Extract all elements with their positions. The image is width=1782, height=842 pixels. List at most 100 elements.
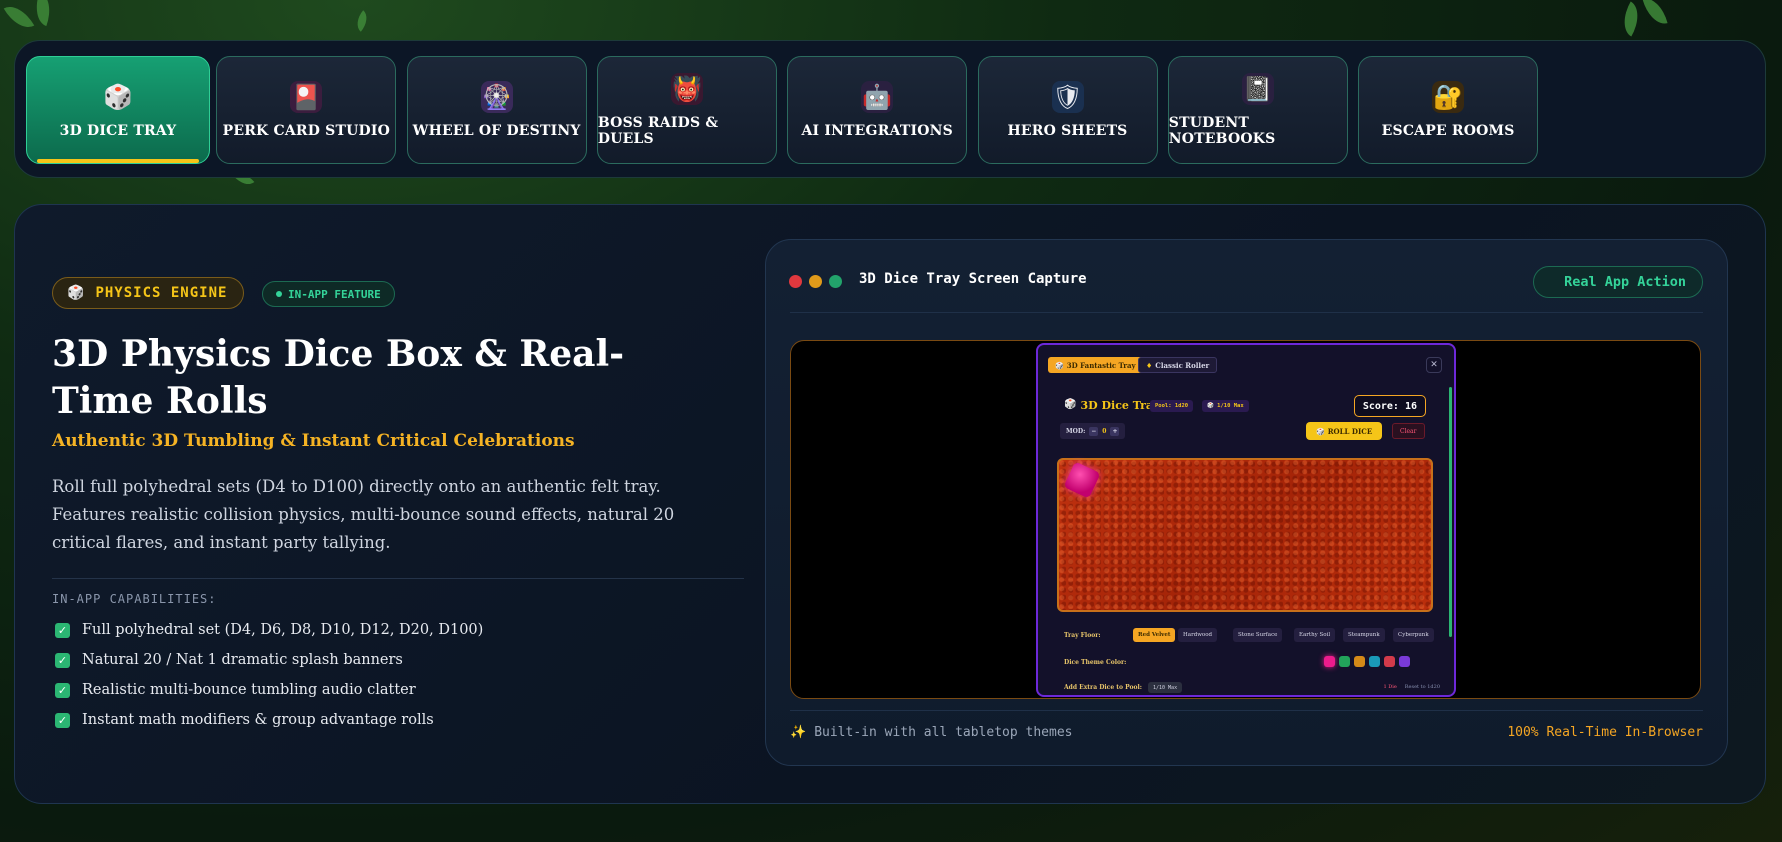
dice-theme-label: Dice Theme Color: (1064, 659, 1127, 666)
tab-classic-roller[interactable]: ♦ Classic Roller (1138, 357, 1218, 373)
capabilities-heading: IN-APP CAPABILITIES: (52, 592, 217, 606)
capability-item: ✓ Natural 20 / Nat 1 dramatic splash bann… (55, 645, 483, 675)
dice-color-swatch[interactable] (1399, 656, 1410, 667)
capture-title: 3D Dice Tray Screen Capture (859, 271, 1087, 287)
divider (790, 710, 1703, 711)
padlock-icon: 🔐 (1432, 81, 1465, 113)
tab-label: HERO SHEETS (1007, 123, 1128, 139)
floor-option-earthy-soil[interactable]: Earthy Soil (1294, 628, 1336, 642)
pool-links: 1 Die Reset to 1d20 (1383, 684, 1440, 690)
feature-description: Roll full polyhedral sets (D4 to D100) d… (52, 477, 675, 552)
card-icon: 🎴 (290, 81, 323, 113)
floor-option-cyberpunk[interactable]: Cyberpunk (1393, 628, 1434, 642)
in-app-feature-tag: IN-APP FEATURE (262, 281, 395, 307)
leaf-decoration (29, 0, 57, 27)
tab-label: ESCAPE ROOMS (1381, 123, 1515, 139)
tab-label: BOSS RAIDS & DUELS (597, 115, 719, 147)
floor-option-stone-surface[interactable]: Stone Surface (1233, 628, 1283, 642)
tab-label: WHEEL OF DESTINY (412, 123, 581, 139)
wheel-icon: 🎡 (480, 81, 513, 113)
tray-floor-label: Tray Floor: (1064, 632, 1101, 639)
notebook-icon: 📓 (1241, 73, 1274, 105)
divider (790, 312, 1703, 313)
checkbox-checked-icon: ✓ (55, 652, 70, 668)
screen-capture-panel: 3D Dice Tray Screen Capture Real App Act… (765, 239, 1728, 766)
sparkles-icon: ✨ (790, 725, 807, 740)
one-die-link[interactable]: 1 Die (1383, 684, 1396, 690)
capability-item: ✓ Realistic multi-bounce tumbling audio c… (55, 675, 483, 705)
tab-student-notebooks[interactable]: 📓 STUDENT NOTEBOOKS (1167, 56, 1348, 164)
tab-label: AI INTEGRATIONS (801, 123, 953, 139)
footer-left: ✨ Built-in with all tabletop themes (790, 725, 1072, 740)
pool-chip: Pool: 1d20 (1150, 400, 1194, 412)
tab-3d-dice-tray[interactable]: 🎲 3D DICE TRAY (26, 56, 210, 164)
footer-right: 100% Real-Time In-Browser (1507, 725, 1703, 740)
tray-title: 3D Dice Tray (1080, 399, 1160, 412)
floor-option-hardwood[interactable]: Hardwood (1178, 628, 1218, 642)
footer-left-text: Built-in with all tabletop themes (814, 725, 1073, 740)
clear-button[interactable]: Clear (1392, 423, 1425, 439)
score-display: Score: 16 (1353, 395, 1426, 417)
tab-wheel-of-destiny[interactable]: 🎡 WHEEL OF DESTINY (406, 56, 587, 164)
tab-3d-fantastic-tray[interactable]: 🎲 3D Fantastic Tray (1048, 357, 1143, 373)
tag-label: IN-APP FEATURE (288, 287, 381, 301)
tab-label: 3D Fantastic Tray (1066, 360, 1136, 370)
tab-perk-card-studio[interactable]: 🎴 PERK CARD STUDIO (216, 56, 397, 164)
dice-icon: 🎲 (103, 83, 133, 111)
felt-tray[interactable] (1057, 458, 1433, 612)
d20-die[interactable] (1063, 461, 1101, 499)
feature-subtitle: Authentic 3D Tumbling & Instant Critical… (52, 431, 575, 451)
close-icon[interactable]: ✕ (1426, 357, 1442, 373)
mod-decrement-button[interactable]: − (1089, 426, 1099, 436)
scrollbar[interactable] (1449, 387, 1452, 637)
mod-increment-button[interactable]: + (1110, 426, 1120, 436)
tab-boss-raids-duels[interactable]: 👹 BOSS RAIDS & DUELS (596, 56, 777, 164)
capability-text: Instant math modifiers & group advantage… (82, 712, 434, 728)
minimize-dot-icon (809, 275, 822, 288)
feature-tab-bar: 🎲 3D DICE TRAY 🎴 PERK CARD STUDIO 🎡 WHEEL OF … (14, 40, 1766, 178)
capabilities-list: ✓ Full polyhedral set (D4, D6, D8, D10, D… (55, 615, 483, 735)
robot-icon: 🤖 (861, 81, 894, 113)
dice-icon: 🎲 (1055, 360, 1064, 370)
floor-option-steampunk[interactable]: Steampunk (1343, 628, 1385, 642)
modifier-control: MOD: − 0 + (1060, 423, 1126, 439)
leaf-decoration (1615, 1, 1647, 37)
roll-label: ROLL DICE (1327, 426, 1373, 436)
feature-title: 3D Physics Dice Box & Real-Time Rolls (52, 333, 625, 422)
dice-color-swatch[interactable] (1384, 656, 1395, 667)
capability-item: ✓ Full polyhedral set (D4, D6, D8, D10, D… (55, 615, 483, 645)
dice-color-swatch[interactable] (1324, 656, 1335, 667)
extra-dice-chip: 1/10 Max (1148, 682, 1183, 693)
floor-option-red-velvet[interactable]: Red Velvet (1133, 628, 1176, 642)
dice-tray-app: 🎲 3D Fantastic Tray ♦ Classic Roller ✕ 🎲… (1036, 343, 1456, 697)
extra-dice-label: Add Extra Dice to Pool: (1064, 684, 1142, 691)
tab-label: 3D DICE TRAY (59, 123, 177, 139)
capability-text: Natural 20 / Nat 1 dramatic splash banne… (82, 652, 403, 668)
capability-text: Realistic multi-bounce tumbling audio cl… (82, 682, 416, 698)
tab-escape-rooms[interactable]: 🔐 ESCAPE ROOMS (1358, 56, 1539, 164)
dice-icon: 🎲 (1064, 399, 1077, 410)
dice-color-swatch[interactable] (1354, 656, 1365, 667)
badge-label: PHYSICS ENGINE (95, 285, 228, 301)
reset-link[interactable]: Reset to 1d20 (1405, 684, 1440, 690)
dice-icon: 🎲 (1316, 426, 1325, 436)
feature-card: 🎲 PHYSICS ENGINE IN-APP FEATURE 3D Physi… (14, 204, 1766, 804)
maximize-dot-icon (829, 275, 842, 288)
leaf-decoration (1642, 0, 1668, 28)
tab-label: STUDENT NOTEBOOKS (1168, 115, 1276, 147)
active-tab-indicator (37, 159, 199, 163)
divider (52, 578, 744, 579)
checkbox-checked-icon: ✓ (55, 712, 70, 728)
tab-ai-integrations[interactable]: 🤖 AI INTEGRATIONS (787, 56, 968, 164)
capability-text: Full polyhedral set (D4, D6, D8, D10, D1… (82, 622, 484, 638)
checkbox-checked-icon: ✓ (55, 682, 70, 698)
dice-color-swatch[interactable] (1369, 656, 1380, 667)
mod-label: MOD: (1066, 427, 1086, 435)
dice-color-swatch[interactable] (1339, 656, 1350, 667)
tray-header: 🎲 3D Dice Tray (1064, 399, 1159, 412)
real-app-action-button[interactable]: Real App Action (1533, 266, 1703, 298)
roll-dice-button[interactable]: 🎲 ROLL DICE (1306, 422, 1383, 440)
dice-icon: 🎲 (67, 285, 86, 301)
tab-hero-sheets[interactable]: 🛡 HERO SHEETS (977, 56, 1158, 164)
max-chip: 🎲 1/10 Max (1202, 400, 1249, 412)
